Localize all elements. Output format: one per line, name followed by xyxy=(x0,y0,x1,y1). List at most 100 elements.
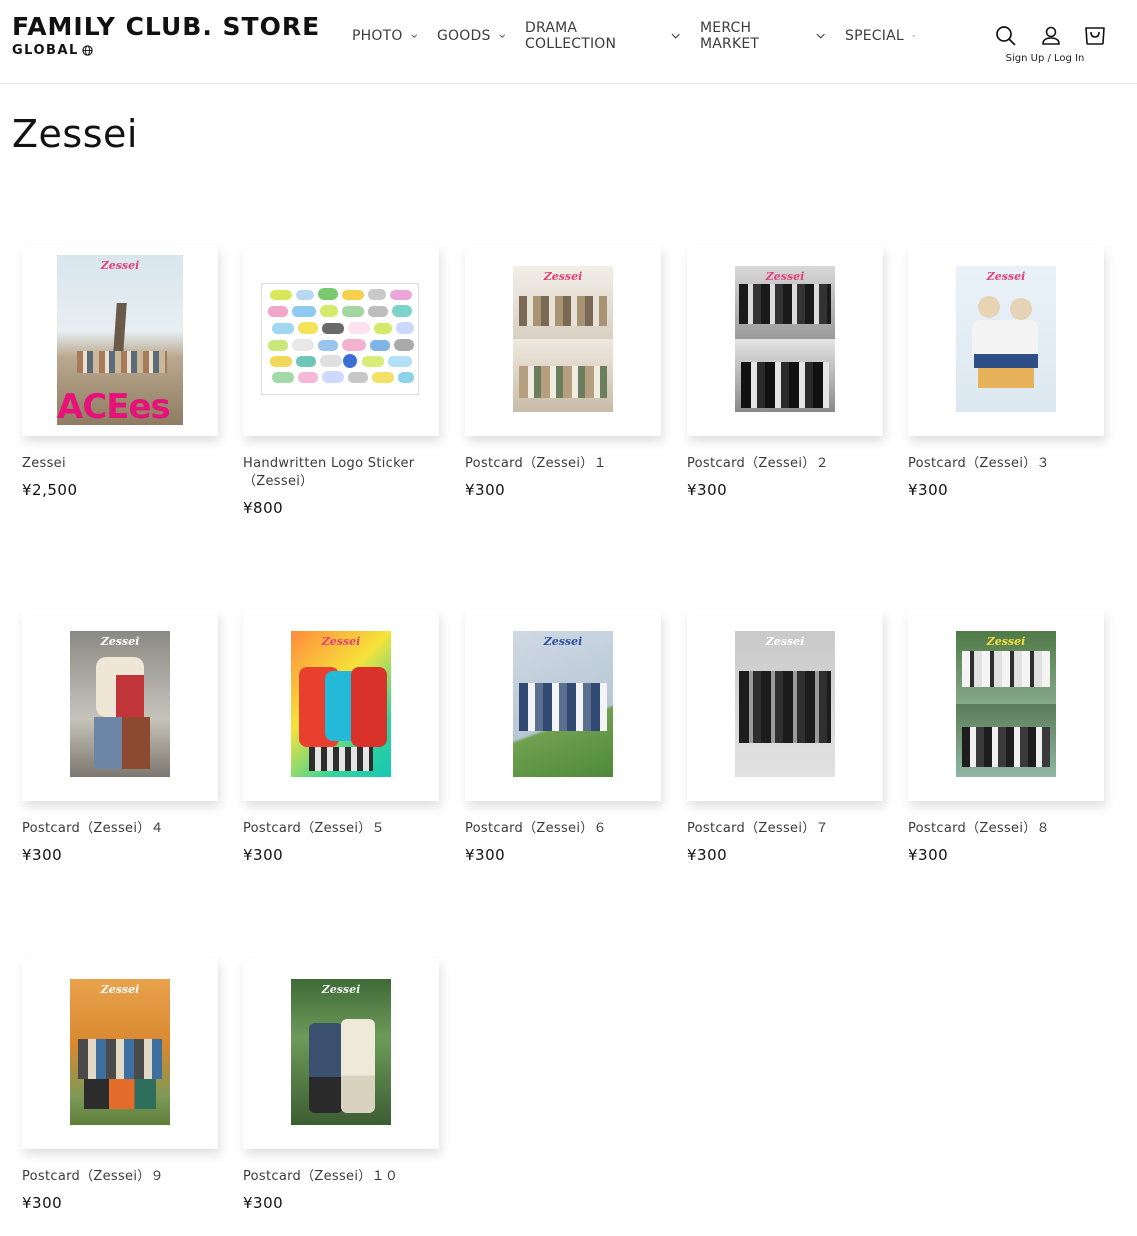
figure-legs xyxy=(84,1079,156,1109)
search-button[interactable] xyxy=(994,24,1018,48)
product-title[interactable]: Postcard（Zessei）８ xyxy=(908,820,1104,838)
product-photo: Zessei xyxy=(735,266,835,412)
main-nav: PHOTO GOODS DRAMA COLLECTION MERCH MARKE… xyxy=(342,20,925,52)
cover-badge: ACEes xyxy=(57,387,171,425)
cover-logo: Zessei xyxy=(765,270,805,283)
group-figures xyxy=(77,351,167,373)
group-figures xyxy=(962,727,1050,767)
group-figures xyxy=(519,296,607,326)
nav-item-photo[interactable]: PHOTO xyxy=(342,24,427,48)
product-title[interactable]: Postcard（Zessei）４ xyxy=(22,820,218,838)
product-price: ¥300 xyxy=(908,846,949,864)
logo-region-label: GLOBAL xyxy=(12,43,79,58)
product-title[interactable]: Zessei xyxy=(22,455,218,473)
product-card[interactable]: Handwritten Logo Sticker（Zessei） ¥800 xyxy=(243,245,439,517)
product-image[interactable]: Zessei xyxy=(22,610,218,801)
product-photo: Zessei xyxy=(70,979,170,1125)
nav-label: PHOTO xyxy=(352,28,403,44)
product-title[interactable]: Handwritten Logo Sticker（Zessei） xyxy=(243,455,439,491)
product-title[interactable]: Postcard（Zessei）５ xyxy=(243,820,439,838)
cover-logo: Zessei xyxy=(321,983,361,996)
figure-legs xyxy=(94,717,150,769)
chevron-down-icon xyxy=(498,34,505,38)
product-card[interactable]: Zessei Postcard（Zessei）３ ¥300 xyxy=(908,245,1104,499)
chevron-down-icon xyxy=(816,33,825,39)
group-figures xyxy=(78,1039,162,1079)
nav-item-drama-collection[interactable]: DRAMA COLLECTION xyxy=(515,20,690,52)
group-figures xyxy=(519,366,607,398)
product-card[interactable]: Zessei Postcard（Zessei）５ ¥300 xyxy=(243,610,439,864)
nav-item-goods[interactable]: GOODS xyxy=(427,24,515,48)
nav-item-special[interactable]: SPECIAL xyxy=(835,24,925,48)
cart-icon xyxy=(1085,27,1105,45)
product-card[interactable]: Zessei Postcard（Zessei）１ ¥300 xyxy=(465,245,661,499)
product-card[interactable]: Zessei Postcard（Zessei）６ ¥300 xyxy=(465,610,661,864)
group-figures xyxy=(519,683,607,731)
cover-logo: Zessei xyxy=(100,635,140,648)
product-photo: Zessei xyxy=(291,631,391,777)
product-price: ¥300 xyxy=(22,1194,63,1212)
figure-legs xyxy=(309,747,373,771)
nav-label: MERCH MARKET xyxy=(700,20,760,52)
product-image[interactable]: Zessei xyxy=(465,245,661,436)
cover-logo: Zessei xyxy=(100,259,140,272)
cart-button[interactable] xyxy=(1083,23,1107,47)
logo-wordmark: FAMILY CLUB. STORE xyxy=(12,12,321,41)
product-title[interactable]: Postcard（Zessei）７ xyxy=(687,820,883,838)
search-icon xyxy=(996,26,1016,46)
chevron-down-icon xyxy=(410,34,417,38)
cover-logo: Zessei xyxy=(543,635,583,648)
site-header: FAMILY CLUB. STORE GLOBAL PHOTO GOODS DR… xyxy=(0,0,1137,84)
product-image[interactable]: Zessei xyxy=(908,245,1104,436)
product-price: ¥300 xyxy=(687,481,728,499)
product-card[interactable]: Zessei Postcard（Zessei）１０ ¥300 xyxy=(243,958,439,1212)
account-link[interactable]: Sign Up / Log In xyxy=(1004,53,1086,64)
product-photo: Zessei xyxy=(956,266,1056,412)
product-image[interactable]: Zessei xyxy=(687,610,883,801)
product-photo: Zessei xyxy=(735,631,835,777)
nav-item-merch-market[interactable]: MERCH MARKET xyxy=(690,20,835,52)
product-title[interactable]: Postcard（Zessei）２ xyxy=(687,455,883,473)
product-title[interactable]: Postcard（Zessei）６ xyxy=(465,820,661,838)
cover-logo: Zessei xyxy=(543,270,583,283)
figure-body xyxy=(341,1019,375,1113)
store-logo[interactable]: FAMILY CLUB. STORE GLOBAL xyxy=(12,12,321,59)
product-image[interactable]: Zessei xyxy=(243,610,439,801)
user-icon xyxy=(1042,26,1060,45)
figure-jacket xyxy=(351,667,387,747)
product-price: ¥300 xyxy=(465,481,506,499)
road-decor xyxy=(113,303,127,353)
product-image[interactable]: Zessei xyxy=(22,958,218,1149)
product-image[interactable]: Zessei xyxy=(908,610,1104,801)
product-price: ¥300 xyxy=(465,846,506,864)
figure-legs xyxy=(974,354,1038,368)
product-price: ¥300 xyxy=(687,846,728,864)
product-title[interactable]: Postcard（Zessei）３ xyxy=(908,455,1104,473)
page-title: Zessei xyxy=(12,112,138,156)
product-image[interactable]: Zessei xyxy=(687,245,883,436)
product-card[interactable]: Zessei Postcard（Zessei）７ ¥300 xyxy=(687,610,883,864)
product-card[interactable]: Zessei Postcard（Zessei）９ ¥300 xyxy=(22,958,218,1212)
product-image[interactable]: Zessei xyxy=(465,610,661,801)
product-photo: Zessei xyxy=(291,979,391,1125)
product-title[interactable]: Postcard（Zessei）１ xyxy=(465,455,661,473)
group-figures xyxy=(962,651,1050,687)
product-price: ¥800 xyxy=(243,499,284,517)
product-card[interactable]: Zessei Postcard（Zessei）２ ¥300 xyxy=(687,245,883,499)
logo-region: GLOBAL xyxy=(12,43,317,58)
product-photo: Zessei xyxy=(70,631,170,777)
product-photo: Zessei xyxy=(513,631,613,777)
figure-body xyxy=(309,1023,343,1113)
product-title[interactable]: Postcard（Zessei）１０ xyxy=(243,1168,439,1186)
product-card[interactable]: Zessei ACEes Zessei ¥2,500 xyxy=(22,245,218,499)
product-image[interactable]: Zessei ACEes xyxy=(22,245,218,436)
product-title[interactable]: Postcard（Zessei）９ xyxy=(22,1168,218,1186)
cover-logo: Zessei xyxy=(100,983,140,996)
product-card[interactable]: Zessei Postcard（Zessei）４ ¥300 xyxy=(22,610,218,864)
product-card[interactable]: Zessei Postcard（Zessei）８ ¥300 xyxy=(908,610,1104,864)
figure-jacket xyxy=(116,675,144,719)
nav-label: DRAMA COLLECTION xyxy=(525,20,617,52)
account-button[interactable] xyxy=(1039,24,1063,48)
product-image[interactable]: Zessei xyxy=(243,958,439,1149)
product-image[interactable] xyxy=(243,245,439,436)
